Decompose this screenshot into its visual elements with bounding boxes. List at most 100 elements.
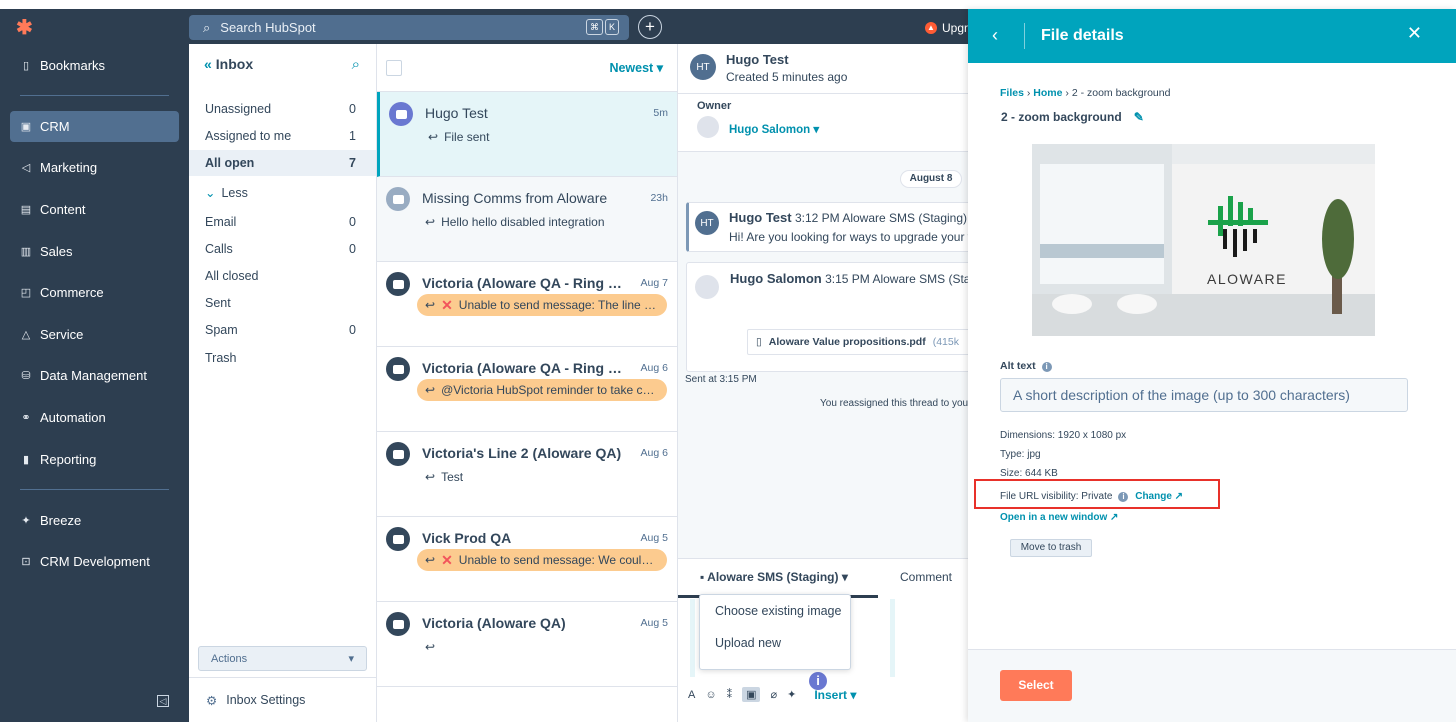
inbox-settings-button[interactable]: ⚙ Inbox Settings [189,677,376,722]
message-card[interactable]: HT Hugo Test 3:12 PM Aloware SMS (Stagin… [686,202,968,252]
thread-time: Aug 5 [640,617,668,629]
nav-reporting[interactable]: ▮ Reporting [10,444,179,475]
preview-text: @Victoria HubSpot reminder to take care [441,383,659,397]
thread-preview: ↩ Test [425,470,463,484]
open-new-label: Open in a new window [1000,512,1108,523]
reply-icon: ↩ [425,640,436,654]
owner-section: Owner Hugo Salomon ▾ [678,94,968,152]
reply-icon: ↩ [425,470,436,484]
inbox-toggle-less[interactable]: ⌄ Less [189,179,376,205]
nav-automation[interactable]: ⚭ Automation [10,402,179,433]
thread-name: Victoria (Aloware QA) [422,615,566,631]
file-name-row: 2 - zoom background ✎ [1001,110,1144,124]
inbox-view-sent[interactable]: Sent [189,290,376,316]
file-details-panel: ‹ File details ✕ Files › Home › 2 - zoom… [968,9,1456,722]
thread-item[interactable]: Vick Prod QA Aug 5 ↩ ✕ Unable to send mess… [377,517,677,602]
thread-item[interactable]: Victoria (Aloware QA - Ring Gr... Aug 7 … [377,262,677,347]
nav-crm-development[interactable]: ⊡ CRM Development [10,546,179,577]
create-plus-button[interactable]: + [638,15,662,39]
nav-label: CRM [40,119,70,134]
thread-item[interactable]: Missing Comms from Aloware 23h ↩ Hello he… [377,177,677,262]
inbox-view-spam[interactable]: Spam 0 [189,317,376,343]
thread-name: Hugo Test [425,105,488,121]
nav-label: Automation [40,410,106,425]
preview-text: Unable to send message: The line us... [458,298,659,312]
nav-label: CRM Development [40,554,150,569]
info-icon[interactable]: i [1041,362,1052,372]
nav-data-management[interactable]: ⛁ Data Management [10,360,179,391]
select-all-checkbox[interactable] [386,60,402,76]
snippet-icon[interactable]: ⁑ [727,688,733,701]
nav-sales[interactable]: ▥ Sales [10,236,179,267]
automation-icon: ⚭ [21,412,31,424]
caret-down-icon: ▾ [656,61,663,75]
megaphone-icon: ◁ [21,162,31,174]
nav-content[interactable]: ▤ Content [10,194,179,225]
upgrade-link[interactable]: ▲ Upgr [925,21,968,35]
system-note: You reassigned this thread to you [820,398,968,409]
inbox-view-assigned[interactable]: Assigned to me 1 [189,123,376,149]
alt-text-input[interactable]: A short description of the image (up to … [1000,378,1408,412]
nav-marketing[interactable]: ◁ Marketing [10,152,179,183]
inbox-sidebar: «Inbox ⌕ Unassigned 0 Assigned to me 1 All… [189,44,377,722]
emoji-icon[interactable]: ☺ [705,689,716,701]
sort-dropdown[interactable]: Newest ▾ [609,60,663,75]
global-search[interactable]: ⌕ Search HubSpot ⌘ K [189,15,629,40]
crumb-home[interactable]: Home [1033,87,1062,99]
conversation-pane: HT Hugo Test Created 5 minutes ago Owner… [678,44,968,722]
inbox-settings-label: Inbox Settings [226,693,306,707]
nav-label: Commerce [40,285,104,300]
select-button[interactable]: Select [1000,670,1072,701]
owner-dropdown[interactable]: Hugo Salomon ▾ [729,122,819,136]
comment-tab[interactable]: Comment [900,570,952,584]
search-icon[interactable]: ⌕ [352,56,360,73]
nav-service[interactable]: △ Service [10,319,179,350]
attachment-chip[interactable]: ▯ Aloware Value propositions.pdf (415k [747,329,968,355]
chat-icon [386,612,410,636]
thread-name: Vick Prod QA [422,530,512,546]
thread-item[interactable]: Hugo Test 5m ↩ File sent [377,92,677,177]
thread-time: Aug 5 [640,532,668,544]
nav-commerce[interactable]: ◰ Commerce [10,277,179,308]
avatar [695,275,719,299]
message-card[interactable]: Hugo Salomon 3:15 PM Aloware SMS (Sta ▯ A… [686,262,968,372]
gear-icon: ⚙ [206,693,218,708]
nav-bookmarks[interactable]: ▯ Bookmarks [10,50,179,81]
channel-tab[interactable]: ▪ Aloware SMS (Staging) ▾ [700,570,848,584]
text-format-icon[interactable]: A [688,689,695,701]
pencil-icon[interactable]: ✎ [1134,110,1144,124]
nav-crm[interactable]: ▣ CRM [10,111,179,142]
back-chevron-icon[interactable]: ‹ [992,25,998,46]
attachment-icon[interactable]: ⌀ [770,688,777,701]
collapse-nav-icon[interactable]: ◁ [157,695,169,707]
thread-time: 23h [650,192,668,204]
inbox-view-unassigned[interactable]: Unassigned 0 [189,96,376,122]
crumb-files[interactable]: Files [1000,87,1024,99]
inbox-view-email[interactable]: Email 0 [189,209,376,235]
close-icon[interactable]: ✕ [1407,23,1422,44]
inbox-view-trash[interactable]: Trash [189,345,376,371]
inbox-view-all-closed[interactable]: All closed [189,263,376,289]
crumb-separator: › [1065,87,1069,99]
nav-label: Content [40,202,86,217]
menu-item-upload-new[interactable]: Upload new [700,627,850,659]
thread-preview: ↩ [425,640,435,654]
thread-item[interactable]: Victoria's Line 2 (Aloware QA) Aug 6 ↩ Te… [377,432,677,517]
insert-dropdown[interactable]: Insert ▾ [814,688,856,702]
open-new-window-link[interactable]: Open in a new window ↗ [1000,512,1118,523]
inbox-title[interactable]: «Inbox [204,56,253,72]
thread-item[interactable]: Victoria (Aloware QA) Aug 5 ↩ [377,602,677,687]
contact-name[interactable]: Hugo Test [726,52,789,67]
sender-name: Hugo Test [729,210,792,225]
inbox-view-all-open[interactable]: All open 7 [189,150,376,176]
hubspot-logo-icon[interactable]: ✱ [16,17,38,39]
bookmark-icon: ▯ [22,60,30,72]
move-to-trash-button[interactable]: Move to trash [1010,539,1092,557]
image-icon[interactable]: ▣ [742,687,761,702]
actions-dropdown[interactable]: Actions ▾ [198,646,367,671]
thread-item[interactable]: Victoria (Aloware QA - Ring Gr... Aug 6 … [377,347,677,432]
inbox-view-calls[interactable]: Calls 0 [189,236,376,262]
nav-breeze[interactable]: ✦ Breeze [10,505,179,536]
sparkle-icon[interactable]: ✦ [787,688,796,701]
menu-item-choose-existing[interactable]: Choose existing image [700,595,850,627]
